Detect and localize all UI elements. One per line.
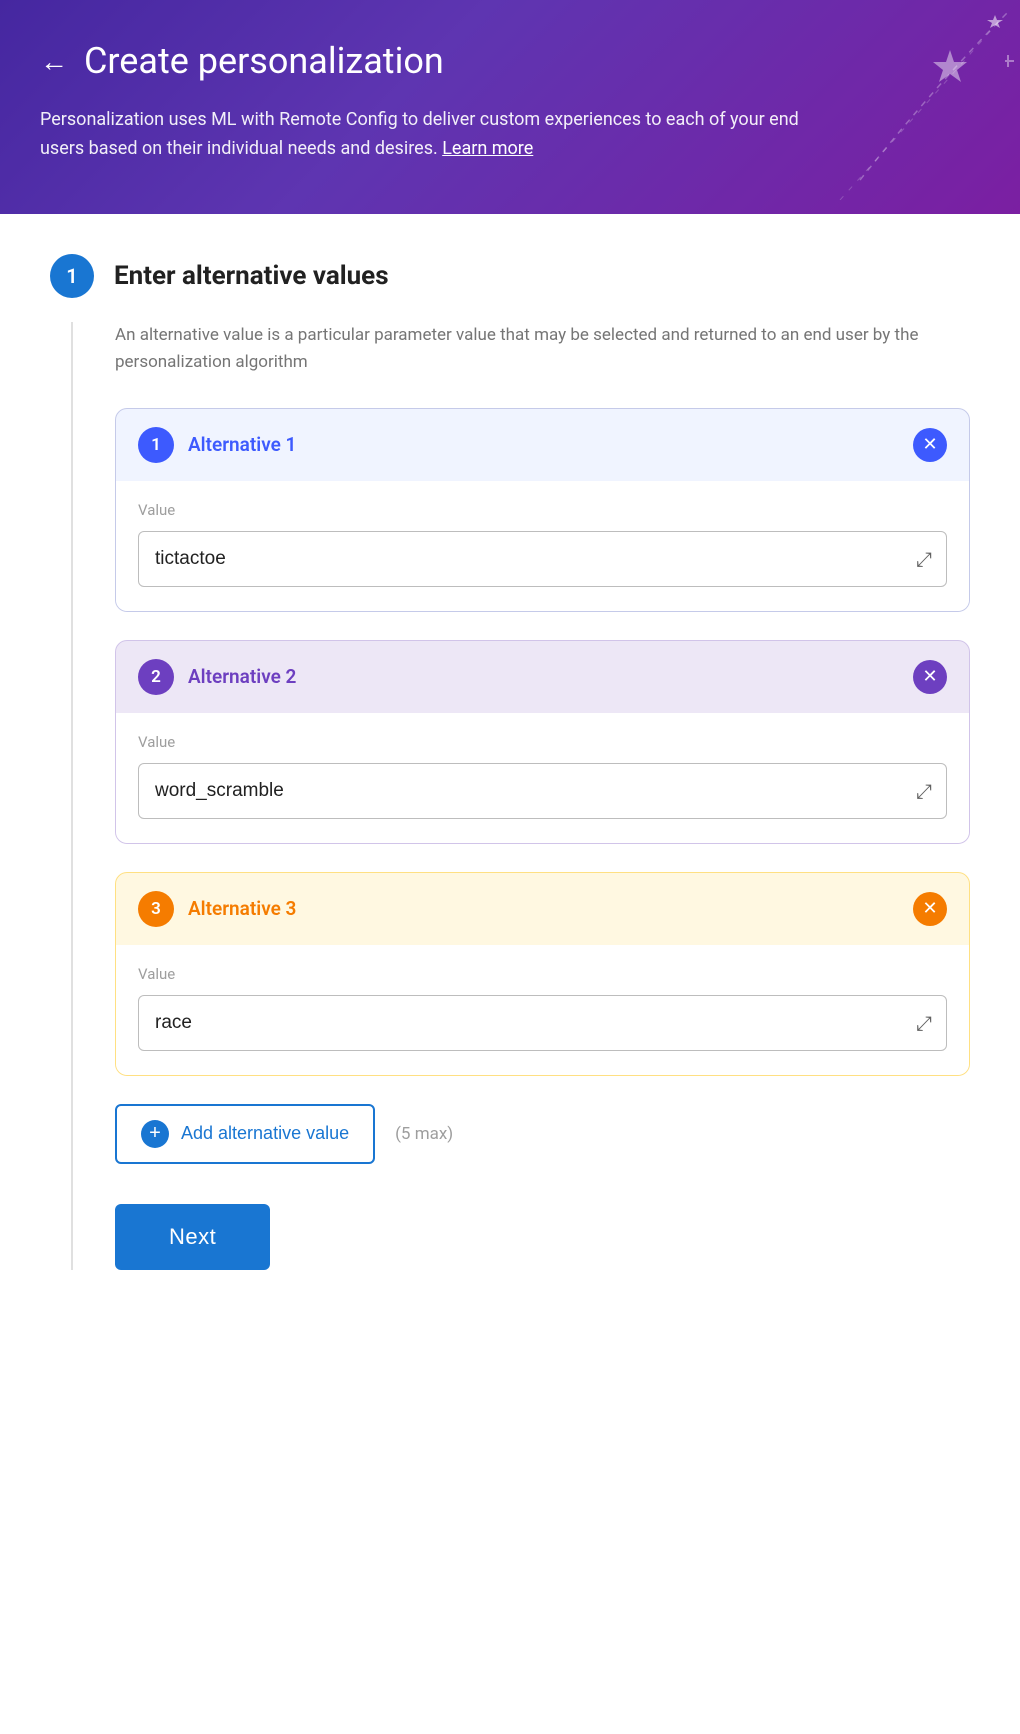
alternative-3-value-label: Value [138,965,947,983]
add-icon: + [141,1120,169,1148]
alternative-card-3: 3 Alternative 3 ✕ Value ⤢ [115,872,970,1076]
add-alternative-button[interactable]: + Add alternative value [115,1104,375,1164]
step-content: An alternative value is a particular par… [71,322,970,1270]
alternative-card-2: 2 Alternative 2 ✕ Value ⤢ [115,640,970,844]
alternative-2-input-wrap: ⤢ [138,763,947,819]
header-decoration [800,0,1020,200]
alternative-1-header: 1 Alternative 1 ✕ [116,409,969,481]
remove-alternative-1-button[interactable]: ✕ [913,428,947,462]
learn-more-link[interactable]: Learn more [442,138,533,159]
step-number-circle: 1 [50,254,94,298]
alternative-3-header: 3 Alternative 3 ✕ [116,873,969,945]
add-alternative-wrap: + Add alternative value (5 max) [115,1104,970,1164]
alternative-2-value-label: Value [138,733,947,751]
back-button[interactable]: ← [40,45,68,78]
alternative-1-header-left: 1 Alternative 1 [138,427,296,463]
alternative-2-number: 2 [138,659,174,695]
header-description: Personalization uses ML with Remote Conf… [40,106,840,164]
step-description: An alternative value is a particular par… [115,322,935,376]
alternative-3-header-left: 3 Alternative 3 [138,891,296,927]
main-content: 1 Enter alternative values An alternativ… [0,214,1020,1734]
alternative-2-header: 2 Alternative 2 ✕ [116,641,969,713]
alternative-1-value-label: Value [138,501,947,519]
alternative-1-number: 1 [138,427,174,463]
alternative-2-input[interactable] [139,764,946,818]
alternative-1-body: Value ⤢ [116,481,969,611]
max-label: (5 max) [395,1124,453,1144]
alternative-2-body: Value ⤢ [116,713,969,843]
alternative-3-number: 3 [138,891,174,927]
alternative-3-label: Alternative 3 [188,897,296,920]
alternative-1-input[interactable] [139,532,946,586]
remove-alternative-3-button[interactable]: ✕ [913,892,947,926]
alternative-3-input-wrap: ⤢ [138,995,947,1051]
add-alternative-label: Add alternative value [181,1123,349,1144]
page-title: Create personalization [84,40,444,82]
alternative-2-label: Alternative 2 [188,665,296,688]
remove-alternative-2-button[interactable]: ✕ [913,660,947,694]
header: ← Create personalization Personalization… [0,0,1020,214]
alternative-2-header-left: 2 Alternative 2 [138,659,296,695]
alternative-card-1: 1 Alternative 1 ✕ Value ⤢ [115,408,970,612]
alternative-1-label: Alternative 1 [188,433,296,456]
alternative-1-input-wrap: ⤢ [138,531,947,587]
step-header: 1 Enter alternative values [50,254,970,298]
alternative-3-body: Value ⤢ [116,945,969,1075]
next-button[interactable]: Next [115,1204,270,1270]
alternative-3-input[interactable] [139,996,946,1050]
step-title: Enter alternative values [114,261,389,291]
